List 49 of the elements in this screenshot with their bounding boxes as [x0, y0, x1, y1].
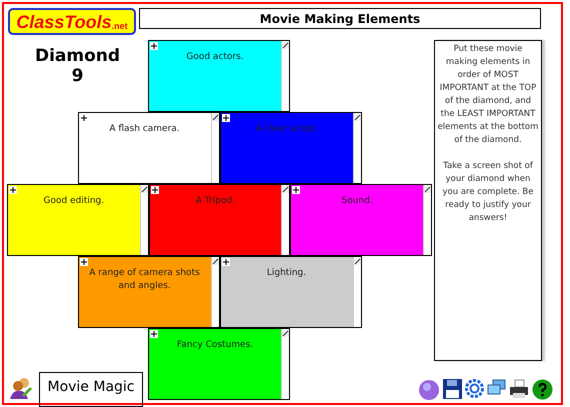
- resize-icon[interactable]: [282, 186, 290, 193]
- name-field[interactable]: Movie Magic: [39, 372, 143, 407]
- card-text: Good editing.: [44, 196, 104, 206]
- diamond-card[interactable]: Good editing.: [7, 184, 149, 256]
- help-icon[interactable]: [532, 379, 553, 400]
- move-icon[interactable]: [222, 258, 230, 266]
- move-icon[interactable]: [292, 186, 300, 194]
- card-text: Fancy Costumes.: [176, 340, 254, 350]
- card-text: A flash camera.: [109, 124, 180, 134]
- logo[interactable]: ClassTools.net: [8, 8, 136, 35]
- card-text: A range of camera shots and angles.: [89, 268, 200, 291]
- card-text: A clear script.: [255, 124, 318, 134]
- diamond-card[interactable]: Good actors.: [148, 40, 290, 112]
- resize-icon[interactable]: [354, 258, 360, 265]
- resize-icon[interactable]: [140, 186, 148, 193]
- title-bar: Movie Making Elements: [139, 8, 541, 29]
- diamond-card[interactable]: A flash camera.: [78, 112, 220, 184]
- printer-icon[interactable]: [509, 379, 529, 399]
- windows-icon[interactable]: [487, 379, 506, 396]
- diamond-card[interactable]: A Tripod.: [148, 184, 290, 256]
- card-text: Sound.: [342, 196, 373, 206]
- card-text: Good actors.: [186, 52, 244, 62]
- globe-icon[interactable]: [418, 379, 440, 401]
- move-icon[interactable]: [222, 114, 230, 122]
- move-icon[interactable]: [9, 186, 17, 194]
- diamond-heading: Diamond: [34, 46, 120, 66]
- resize-icon[interactable]: [282, 42, 289, 49]
- resize-icon[interactable]: [212, 114, 218, 121]
- move-icon[interactable]: [80, 258, 88, 266]
- settings-icon[interactable]: [465, 379, 484, 398]
- instruction-text: Take a screen shot of your diamond when you are complete. Be ready to justify your answers!: [442, 160, 534, 225]
- move-icon[interactable]: [150, 42, 158, 50]
- user-icon[interactable]: [9, 376, 33, 400]
- diamond-heading: 9: [72, 66, 84, 86]
- diamond-card[interactable]: A range of camera shots and angles.: [78, 256, 220, 328]
- resize-icon[interactable]: [282, 330, 289, 337]
- move-icon[interactable]: [150, 186, 159, 194]
- resize-icon[interactable]: [424, 186, 432, 193]
- instruction-text: Put these movie making elements in order of MOST IMPORTANT at the TOP of the diamond, and the LEAST IMPORTANT elements at the bottom of the diamond.: [437, 43, 539, 147]
- resize-icon[interactable]: [212, 258, 218, 265]
- diamond-card[interactable]: Fancy Costumes.: [148, 328, 290, 400]
- resize-icon[interactable]: [354, 114, 360, 121]
- card-text: Lighting.: [266, 268, 306, 278]
- diamond-card[interactable]: Sound.: [290, 184, 432, 256]
- move-icon[interactable]: [80, 114, 88, 122]
- move-icon[interactable]: [150, 330, 158, 338]
- save-icon[interactable]: [443, 379, 462, 399]
- card-text: A Tripod.: [196, 196, 236, 206]
- diamond-card[interactable]: Lighting.: [220, 256, 362, 328]
